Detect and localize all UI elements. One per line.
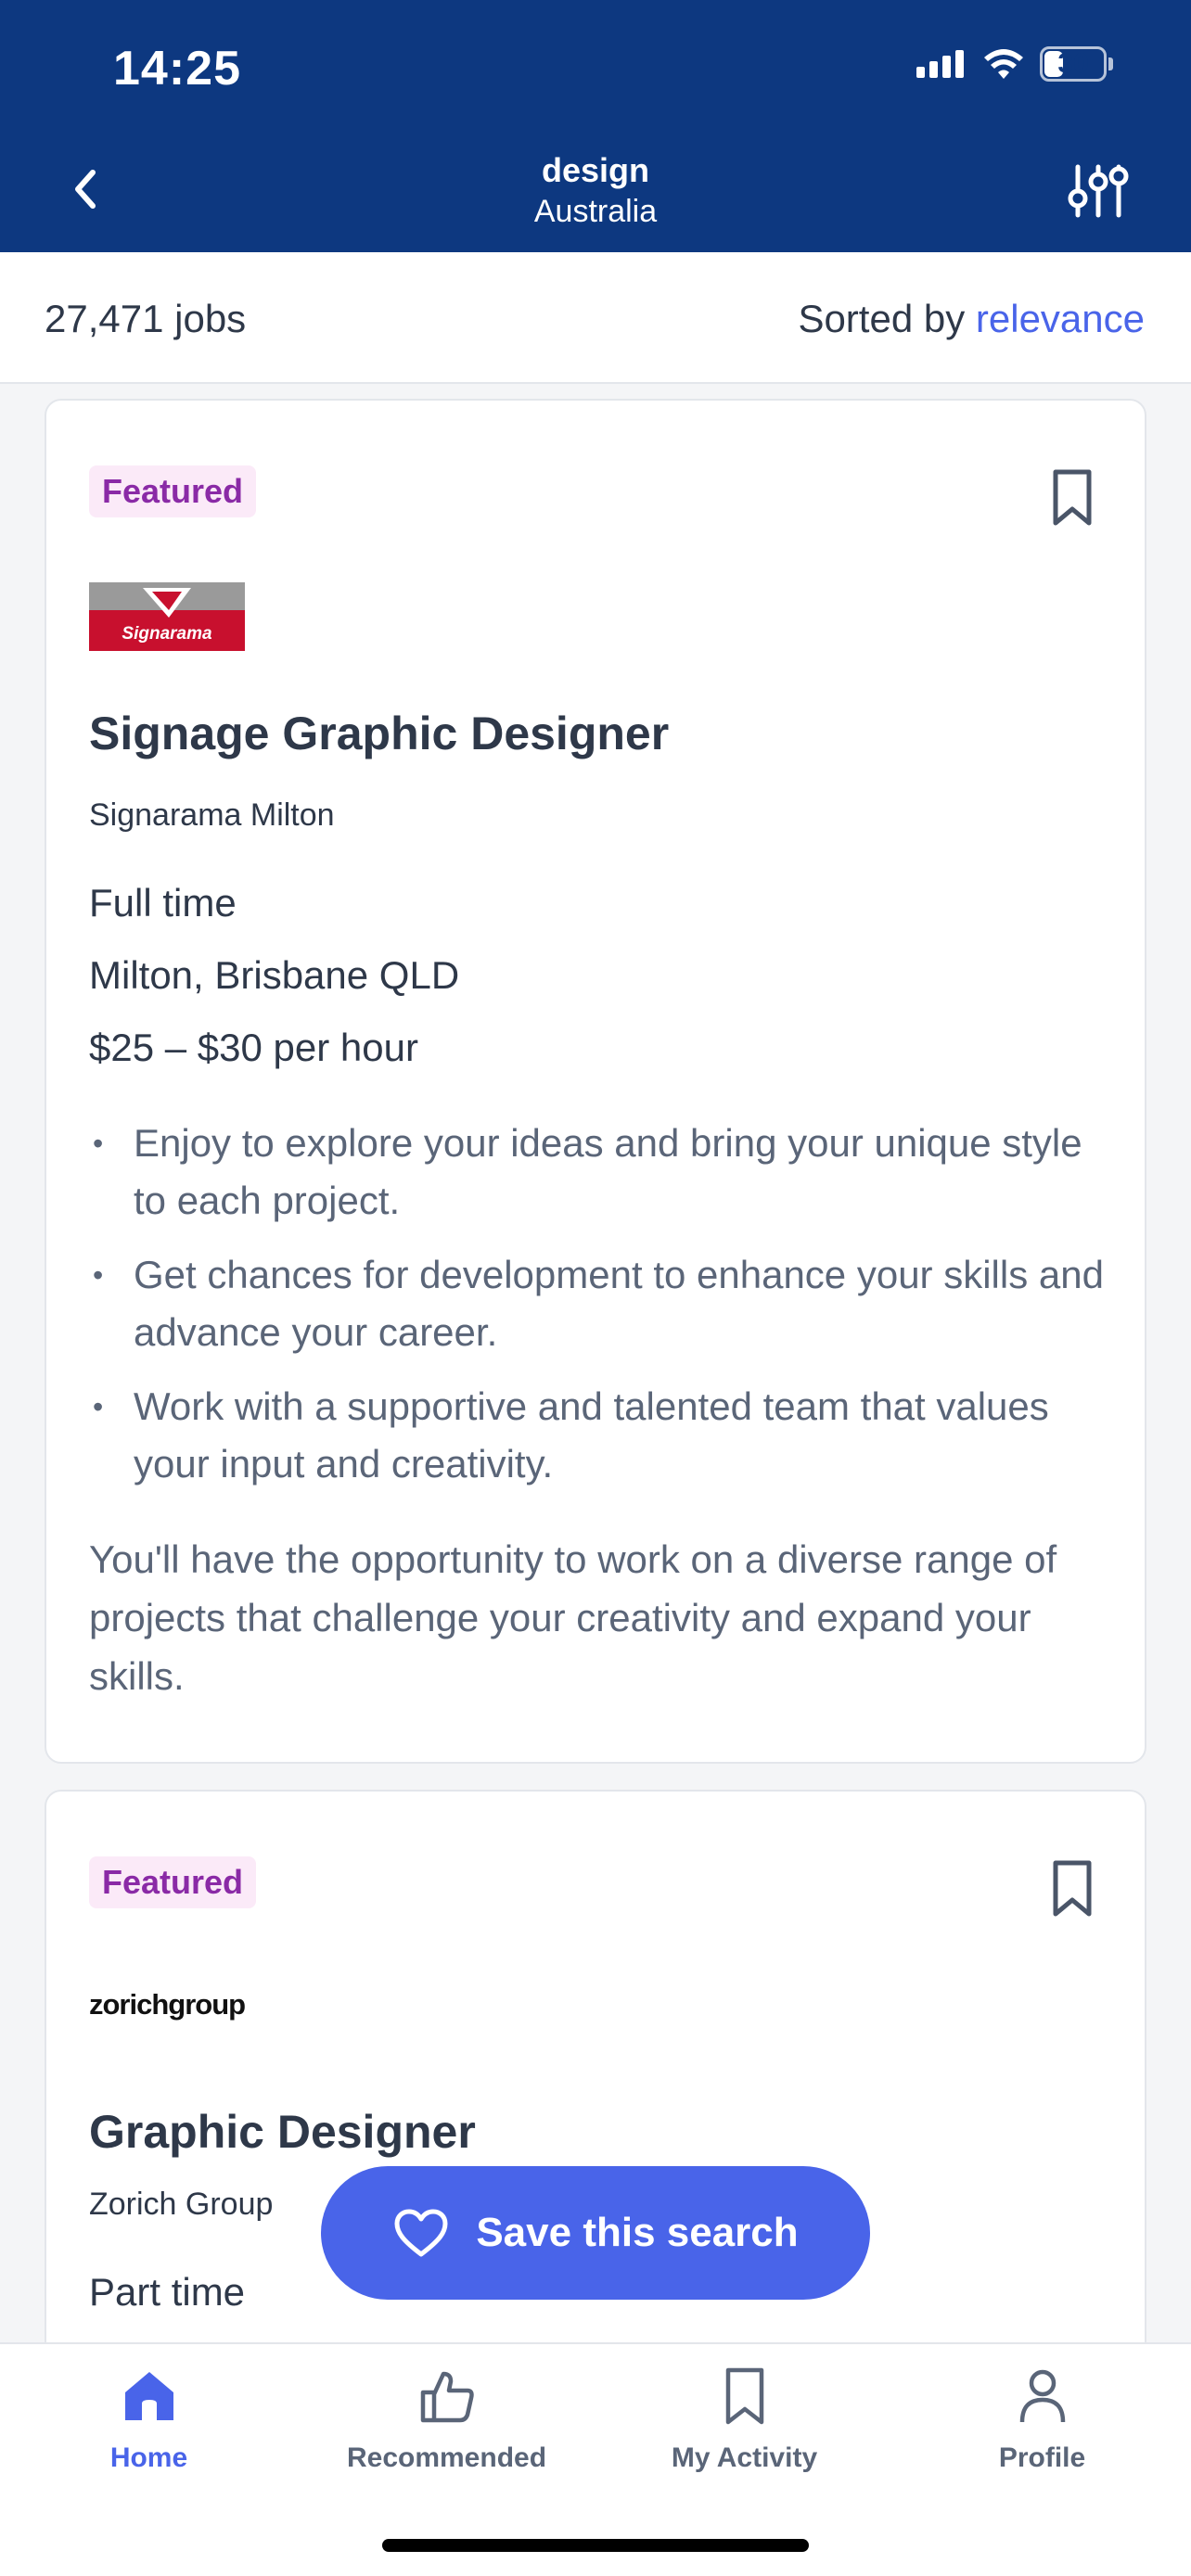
search-keyword: design (541, 151, 649, 189)
sort-value-link[interactable]: relevance (976, 297, 1145, 340)
featured-badge: Featured (89, 1856, 257, 1908)
search-title[interactable]: design Australia (0, 150, 1191, 232)
selling-point: Enjoy to explore your ideas and bring yo… (89, 1115, 1109, 1230)
battery-icon: 30 (1040, 46, 1107, 82)
company-logo: zorichgroup (89, 1988, 246, 2021)
job-card[interactable]: Featured zorichgroup Graphic Designer Zo… (45, 1790, 1146, 2439)
featured-badge: Featured (89, 465, 257, 517)
company-name: Signarama Milton (89, 797, 335, 833)
tab-label: Recommended (346, 2442, 547, 2473)
sort-control[interactable]: Sorted by relevance (798, 297, 1145, 341)
tab-label: My Activity (671, 2442, 818, 2473)
company-logo-text: Signarama (122, 624, 212, 644)
job-card[interactable]: Featured Signarama Signage Graphic Desig… (45, 399, 1146, 1764)
selling-point: Work with a supportive and talented team… (89, 1378, 1109, 1493)
search-location: Australia (533, 194, 658, 229)
selling-point: Get chances for development to enhance y… (89, 1246, 1109, 1361)
job-salary: $25 – $30 per hour (89, 1026, 418, 1069)
company-logo: Signarama (89, 582, 245, 651)
wifi-icon (984, 49, 1023, 79)
work-type: Part time (89, 2270, 246, 2314)
thumbs-up-icon (420, 2371, 474, 2423)
home-indicator[interactable] (382, 2539, 809, 2552)
cellular-signal-icon (916, 50, 964, 78)
bookmark-icon[interactable] (1048, 1858, 1096, 1919)
company-name: Zorich Group (89, 2187, 274, 2222)
job-title[interactable]: Graphic Designer (89, 2105, 476, 2159)
job-location: Milton, Brisbane QLD (89, 953, 460, 997)
job-title[interactable]: Signage Graphic Designer (89, 707, 669, 760)
save-search-label: Save this search (476, 2210, 799, 2255)
sliders-icon[interactable] (1067, 163, 1130, 219)
status-time: 14:25 (113, 42, 241, 96)
tab-profile[interactable]: Profile (893, 2366, 1191, 2474)
job-count: 27,471 jobs (45, 297, 247, 340)
top-header: 14:25 30 design Australia (0, 0, 1191, 252)
tab-recommended[interactable]: Recommended (298, 2366, 596, 2474)
results-summary: 27,471 jobs Sorted by relevance (0, 252, 1191, 384)
home-icon (124, 2372, 173, 2420)
work-type: Full time (89, 881, 237, 925)
status-indicators: 30 (916, 46, 1113, 82)
tab-home[interactable]: Home (0, 2366, 298, 2474)
selling-points: Enjoy to explore your ideas and bring yo… (89, 1115, 1109, 1510)
heart-icon (394, 2209, 448, 2257)
tab-my-activity[interactable]: My Activity (596, 2366, 893, 2474)
sort-prefix: Sorted by (798, 297, 976, 340)
job-teaser: You'll have the opportunity to work on a… (89, 1537, 1057, 1698)
save-search-button[interactable]: Save this search (321, 2166, 870, 2300)
bookmark-icon[interactable] (1048, 467, 1096, 529)
bookmark-icon (725, 2367, 763, 2425)
person-icon (1019, 2369, 1065, 2423)
battery-level: 30 (1057, 48, 1089, 79)
tab-label: Home (109, 2442, 188, 2473)
tab-label: Profile (998, 2442, 1086, 2473)
